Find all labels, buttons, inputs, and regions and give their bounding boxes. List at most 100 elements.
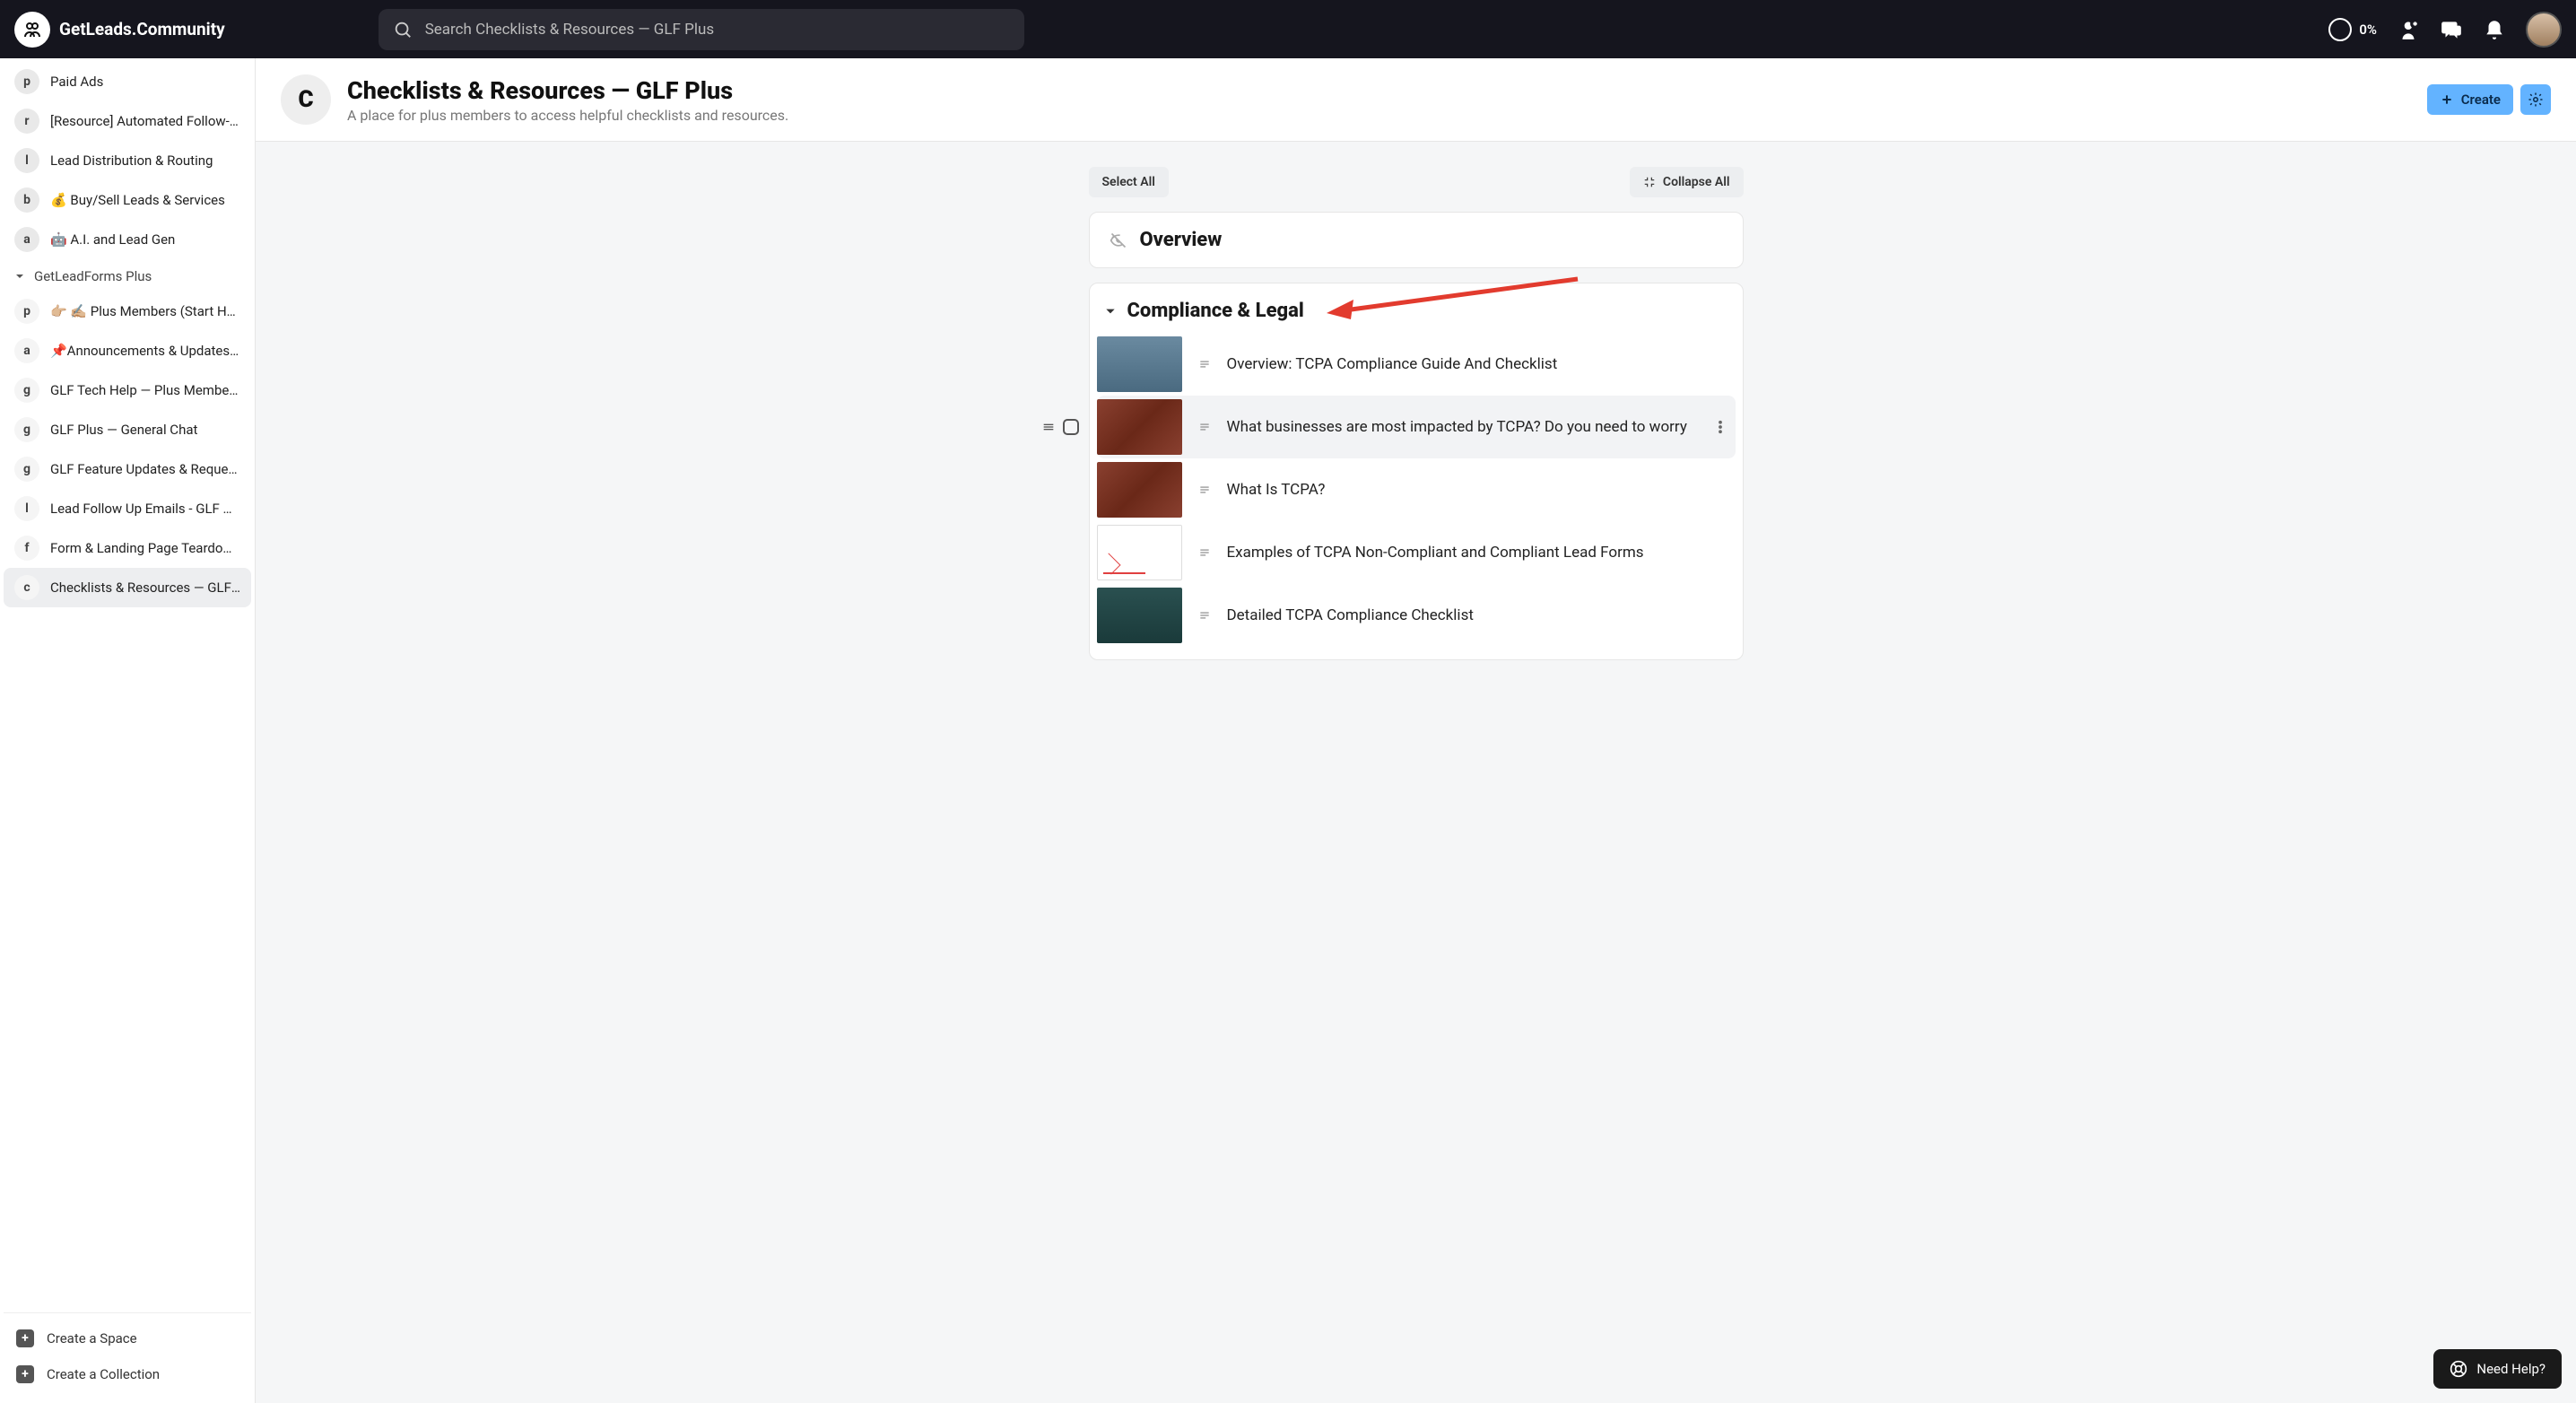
progress-ring-icon <box>2328 18 2352 41</box>
document-icon <box>1198 609 1211 622</box>
select-all-button[interactable]: Select All <box>1089 167 1169 197</box>
sidebar-badge: g <box>14 378 39 403</box>
resource-title: What Is TCPA? <box>1227 481 1326 499</box>
sidebar-item[interactable]: g GLF Feature Updates & Requests <box>4 449 251 489</box>
sidebar-item[interactable]: gGLF Plus — General Chat <box>4 410 251 449</box>
row-handle[interactable] <box>1041 419 1079 435</box>
sidebar-badge: g <box>14 417 39 442</box>
progress-indicator[interactable]: 0% <box>2328 18 2377 41</box>
sidebar-badge: r <box>14 109 39 134</box>
sidebar-item-label: GLF Feature Updates & Requests <box>50 461 240 477</box>
sidebar-badge: p <box>14 299 39 324</box>
thumbnail <box>1097 525 1182 580</box>
hidden-icon <box>1110 231 1127 249</box>
sidebar-item[interactable]: p Paid Ads <box>4 62 251 101</box>
search-input[interactable] <box>425 21 1010 39</box>
sidebar-item-label: Checklists & Resources — GLF Plus <box>50 580 240 596</box>
sidebar-item[interactable]: l Lead Follow Up Emails - GLF Plus <box>4 489 251 528</box>
progress-value: 0% <box>2359 22 2377 38</box>
sidebar-badge: a <box>14 227 39 252</box>
search-icon <box>393 20 413 39</box>
resource-title: Detailed TCPA Compliance Checklist <box>1227 606 1474 624</box>
search-bar[interactable] <box>379 9 1024 50</box>
document-icon <box>1198 546 1211 559</box>
sidebar-badge: l <box>14 148 39 173</box>
document-icon <box>1198 484 1211 496</box>
overview-card[interactable]: Overview <box>1089 212 1744 268</box>
sidebar-section-label: GetLeadForms Plus <box>34 268 152 284</box>
sidebar-item[interactable]: c Checklists & Resources — GLF Plus <box>4 568 251 607</box>
resource-item[interactable]: What Is TCPA? <box>1097 458 1736 521</box>
compliance-section-header[interactable]: Compliance & Legal <box>1090 283 1743 327</box>
document-icon <box>1198 358 1211 370</box>
create-collection-button[interactable]: + Create a Collection <box>4 1356 251 1392</box>
notifications-icon[interactable] <box>2483 18 2506 41</box>
sidebar-item-label: GLF Tech Help — Plus Members <box>50 382 240 398</box>
sidebar-badge: l <box>14 496 39 521</box>
top-bar: GetLeads.Community 0% <box>0 0 2576 58</box>
brand-logo[interactable]: GetLeads.Community <box>14 12 225 48</box>
sidebar-badge: b <box>14 187 39 213</box>
help-widget[interactable]: Need Help? <box>2433 1349 2562 1389</box>
sidebar-badge: g <box>14 457 39 482</box>
collapse-icon <box>1643 176 1656 188</box>
overview-title: Overview <box>1140 229 1223 251</box>
sidebar-item-label: 👉🏼 ✍🏼 Plus Members (Start Here) <box>50 303 240 319</box>
gear-icon <box>2528 92 2544 108</box>
sidebar-item[interactable]: b💰 Buy/Sell Leads & Services <box>4 180 251 220</box>
create-space-label: Create a Space <box>47 1330 137 1346</box>
sidebar-item[interactable]: g GLF Tech Help — Plus Members <box>4 370 251 410</box>
create-button[interactable]: Create <box>2427 84 2513 115</box>
sidebar-badge: f <box>14 536 39 561</box>
sidebar-item[interactable]: f Form & Landing Page Teardowns <box>4 528 251 568</box>
sidebar-badge: p <box>14 69 39 94</box>
sidebar-item-label: Lead Distribution & Routing <box>50 152 213 169</box>
more-icon[interactable] <box>1712 419 1728 435</box>
document-icon <box>1198 421 1211 433</box>
collapse-all-label: Collapse All <box>1663 175 1730 189</box>
plus-icon: + <box>16 1329 34 1347</box>
sidebar-item-label: 🤖 A.I. and Lead Gen <box>50 231 175 248</box>
thumbnail <box>1097 588 1182 643</box>
sidebar-item-label: Paid Ads <box>50 74 103 90</box>
thumbnail <box>1097 336 1182 392</box>
help-label: Need Help? <box>2476 1361 2546 1377</box>
checkbox[interactable] <box>1063 419 1079 435</box>
page-title: Checklists & Resources — GLF Plus <box>347 76 788 105</box>
sidebar-item-label: Form & Landing Page Teardowns <box>50 540 240 556</box>
plus-icon: + <box>16 1365 34 1383</box>
resource-title: Overview: TCPA Compliance Guide And Chec… <box>1227 355 1558 373</box>
main-content: C Checklists & Resources — GLF Plus A pl… <box>256 58 2576 1403</box>
resource-item[interactable]: Detailed TCPA Compliance Checklist <box>1097 584 1736 647</box>
sidebar-badge: c <box>14 575 39 600</box>
resource-item[interactable]: What businesses are most impacted by TCP… <box>1097 396 1736 458</box>
sidebar-section-header[interactable]: GetLeadForms Plus <box>4 259 251 292</box>
collapse-all-button[interactable]: Collapse All <box>1630 167 1744 197</box>
messages-icon[interactable] <box>2440 18 2463 41</box>
sidebar-item-label: [Resource] Automated Follow-up <box>50 113 240 129</box>
sidebar-item[interactable]: r [Resource] Automated Follow-up <box>4 101 251 141</box>
resource-item[interactable]: Overview: TCPA Compliance Guide And Chec… <box>1097 333 1736 396</box>
settings-button[interactable] <box>2520 84 2551 115</box>
plus-icon <box>2440 92 2454 107</box>
thumbnail <box>1097 399 1182 455</box>
caret-down-icon <box>14 271 25 282</box>
create-space-button[interactable]: + Create a Space <box>4 1320 251 1356</box>
brand-name: GetLeads.Community <box>59 19 225 39</box>
user-avatar[interactable] <box>2526 12 2562 48</box>
sidebar-item-label: 📌Announcements & Updates - Plus <box>50 343 240 359</box>
resource-item[interactable]: Examples of TCPA Non-Compliant and Compl… <box>1097 521 1736 584</box>
sidebar: p Paid Ads r [Resource] Automated Follow-up… <box>0 58 256 1403</box>
sidebar-item-label: Lead Follow Up Emails - GLF Plus <box>50 501 240 517</box>
create-button-label: Create <box>2461 92 2501 108</box>
logo-icon <box>14 12 50 48</box>
sidebar-item[interactable]: p 👉🏼 ✍🏼 Plus Members (Start Here) <box>4 292 251 331</box>
page-avatar: C <box>281 74 331 125</box>
resource-title: Examples of TCPA Non-Compliant and Compl… <box>1227 544 1644 562</box>
sidebar-item[interactable]: l Lead Distribution & Routing <box>4 141 251 180</box>
thumbnail <box>1097 462 1182 518</box>
sidebar-item[interactable]: a📌Announcements & Updates - Plus <box>4 331 251 370</box>
add-user-icon[interactable] <box>2397 18 2420 41</box>
help-icon <box>2450 1360 2467 1378</box>
sidebar-item[interactable]: a 🤖 A.I. and Lead Gen <box>4 220 251 259</box>
